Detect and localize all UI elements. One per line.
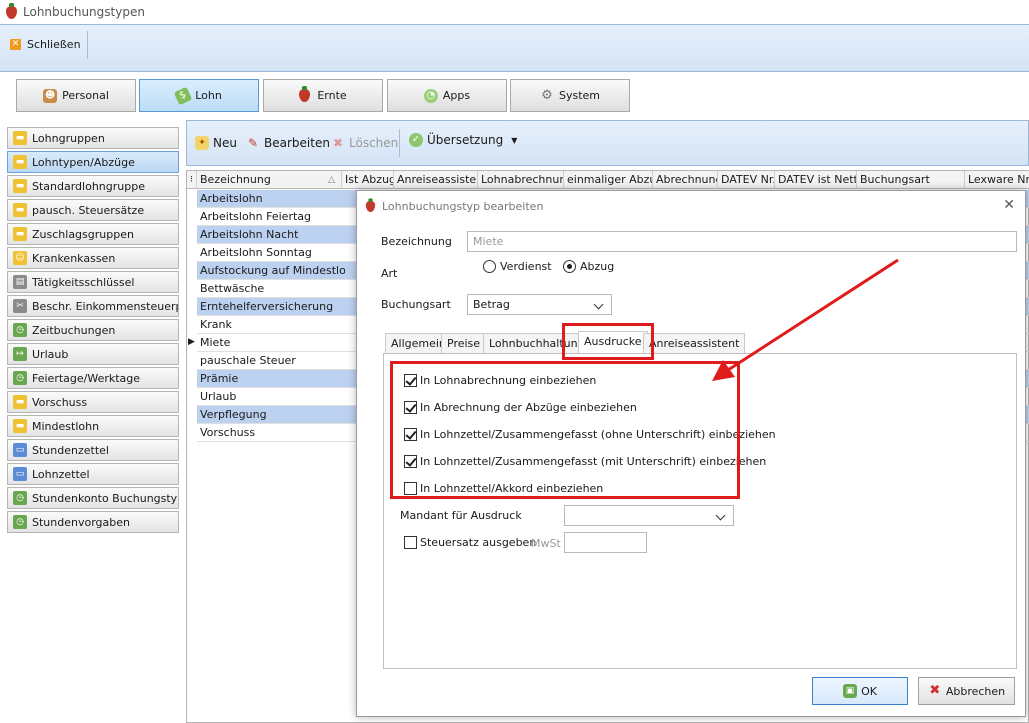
annotation-arrow	[712, 258, 899, 381]
arrow-line	[727, 258, 899, 372]
arrow-head	[712, 360, 735, 381]
